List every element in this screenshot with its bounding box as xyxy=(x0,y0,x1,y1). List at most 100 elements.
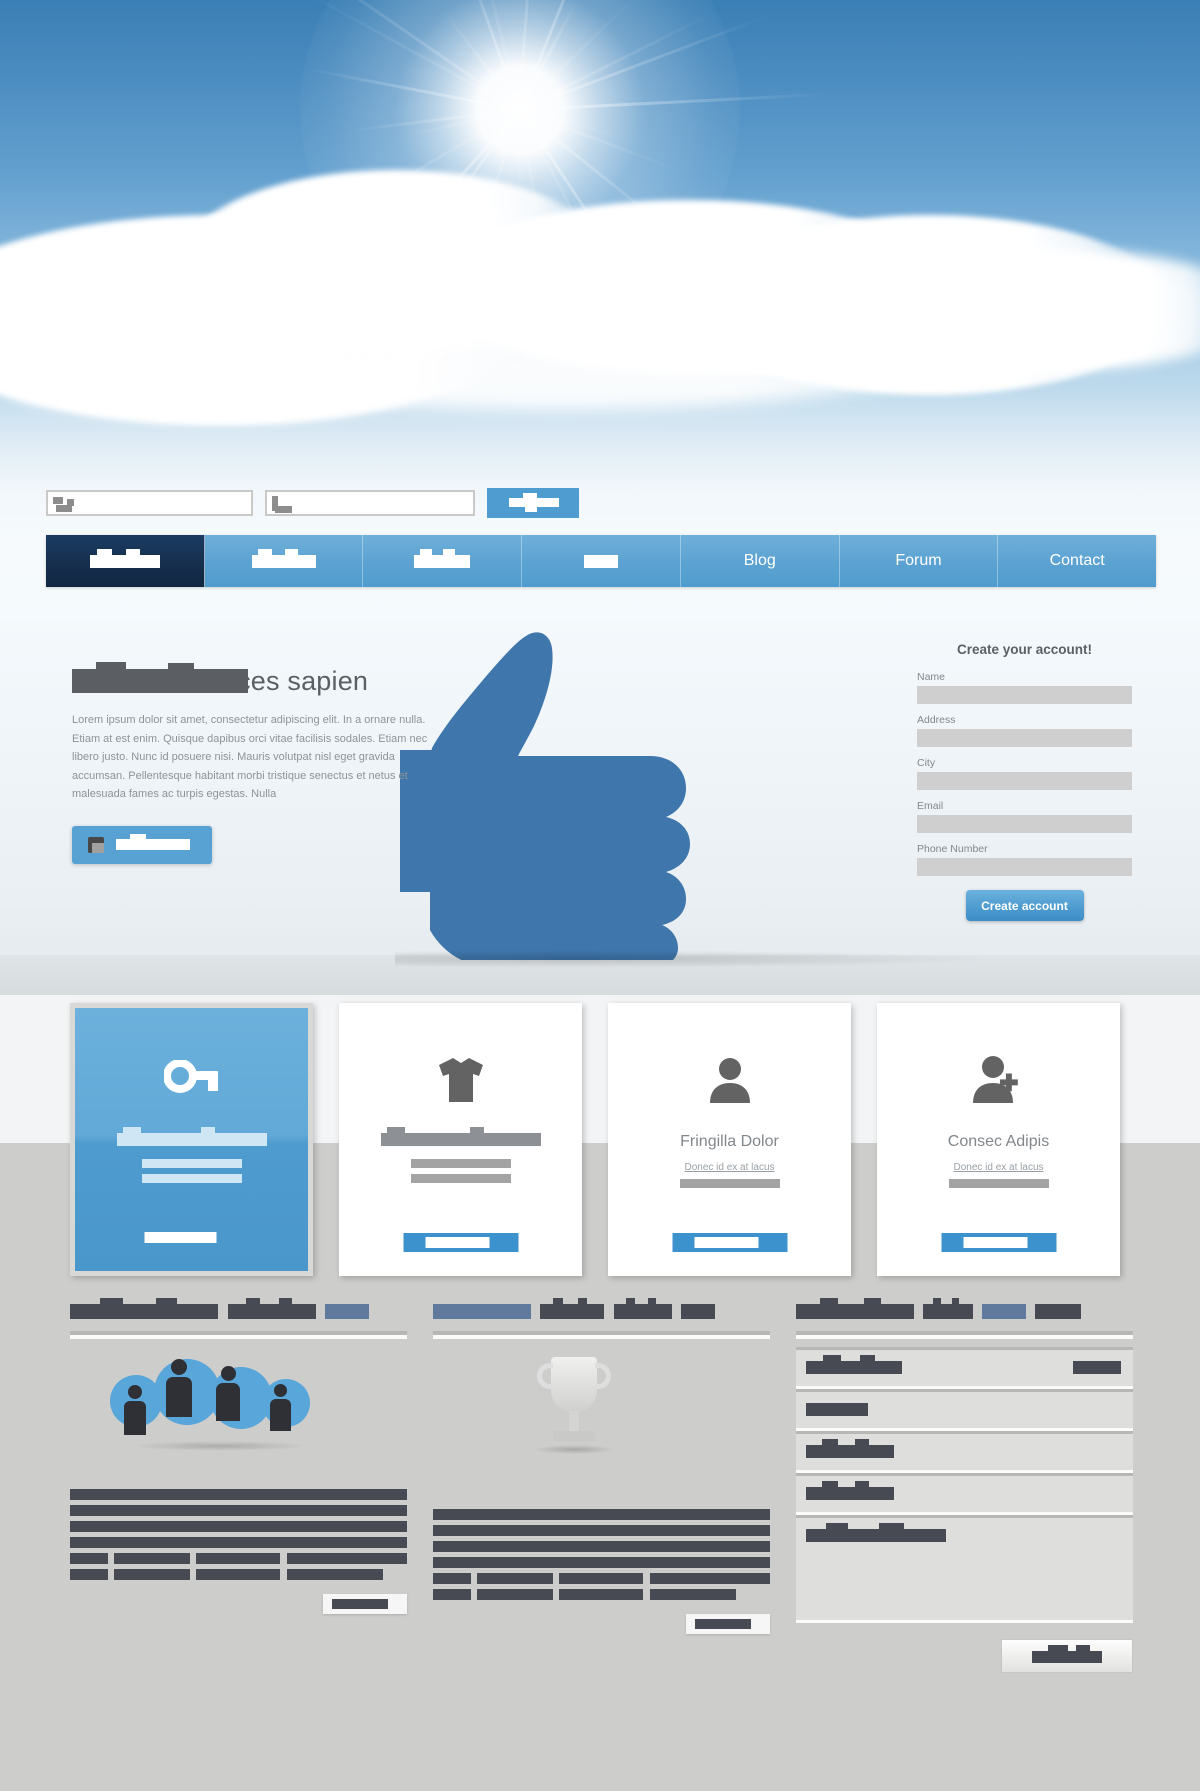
feature-card-button[interactable] xyxy=(672,1233,787,1252)
signup-label-phone-number: Phone Number xyxy=(917,843,988,855)
feature-card-redacted-line xyxy=(410,1174,511,1183)
password-redacted-text xyxy=(275,506,292,513)
column-social-button[interactable] xyxy=(323,1594,407,1614)
feature-card-title xyxy=(75,1127,308,1153)
feature-card-2[interactable] xyxy=(339,1003,582,1276)
illustration-shadow xyxy=(533,1445,615,1454)
signup-label-email: Email xyxy=(917,800,944,812)
person-silhouette xyxy=(216,1383,240,1421)
person-silhouette xyxy=(124,1401,146,1435)
form-row[interactable] xyxy=(796,1389,1133,1431)
person-silhouette xyxy=(221,1366,236,1381)
nav-item-label: Contact xyxy=(1049,552,1105,569)
button-redacted-label xyxy=(695,1619,751,1629)
feature-card-button-redacted-label xyxy=(694,1237,758,1248)
feature-card-redacted-line xyxy=(948,1179,1049,1188)
heading-redacted-text xyxy=(796,1298,914,1320)
hero-cta-button[interactable] xyxy=(72,825,212,864)
feature-card-1[interactable] xyxy=(70,1003,313,1276)
person-silhouette xyxy=(274,1384,287,1397)
heading-redacted-text xyxy=(540,1298,605,1320)
column-social-heading xyxy=(70,1298,407,1325)
contact-form[interactable] xyxy=(796,1347,1133,1673)
column-rule xyxy=(796,1331,1133,1339)
signup-input-email[interactable] xyxy=(917,815,1132,833)
main-navigation[interactable]: Blog Forum Contact xyxy=(46,535,1157,587)
signup-label-address: Address xyxy=(917,714,956,726)
nav-item-redacted-label xyxy=(251,548,316,568)
heading-redacted-text xyxy=(923,1298,974,1320)
feature-card-button[interactable] xyxy=(134,1228,249,1247)
column-contact-form xyxy=(796,1298,1133,1673)
nav-item-redacted-2[interactable] xyxy=(204,535,364,587)
feature-card-button-redacted-label xyxy=(963,1237,1027,1248)
form-row[interactable] xyxy=(796,1431,1133,1473)
shirt-icon xyxy=(339,1049,582,1111)
feature-card-button-redacted-label xyxy=(425,1237,489,1248)
form-field-redacted-label xyxy=(806,1439,894,1458)
username-input[interactable] xyxy=(46,490,253,516)
username-redacted-text xyxy=(53,497,63,504)
heading-redacted-text xyxy=(70,1298,218,1320)
form-field-redacted-label xyxy=(806,1355,902,1374)
create-account-heading: Create your account! xyxy=(956,642,1093,657)
contact-form-submit-button[interactable] xyxy=(1001,1639,1133,1673)
nav-item-redacted-1[interactable] xyxy=(46,535,205,587)
username-redacted-text xyxy=(56,505,72,512)
key-icon xyxy=(75,1049,308,1111)
thumbs-up-illustration xyxy=(400,630,760,960)
login-bar xyxy=(46,488,579,518)
column-social xyxy=(70,1298,407,1673)
nav-item-redacted-label xyxy=(89,548,160,568)
heading-redacted-text xyxy=(1035,1304,1082,1320)
feature-cards-section: Fringilla Dolor Donec id ex at lacus Conse… xyxy=(0,995,1200,1285)
signup-input-address[interactable] xyxy=(917,729,1132,747)
feature-card-4[interactable]: Consec Adipis Donec id ex at lacus xyxy=(877,1003,1120,1276)
hero-paragraph: Lorem ipsum dolor sit amet, consectetur … xyxy=(72,714,428,800)
trophy-stem xyxy=(569,1411,579,1433)
column-trophy xyxy=(433,1298,770,1673)
nav-item-forum[interactable]: Forum xyxy=(839,535,999,587)
column-rule xyxy=(433,1331,770,1339)
illustration-shadow xyxy=(130,1441,310,1451)
feature-card-3[interactable]: Fringilla Dolor Donec id ex at lacus xyxy=(608,1003,851,1276)
form-field-redacted-label xyxy=(806,1523,946,1542)
form-row[interactable] xyxy=(796,1347,1133,1389)
form-textarea[interactable] xyxy=(796,1515,1133,1623)
trophy-cup xyxy=(551,1357,597,1413)
feature-card-button[interactable] xyxy=(403,1233,518,1252)
signup-input-phone-number[interactable] xyxy=(917,858,1132,876)
nav-item-blog[interactable]: Blog xyxy=(680,535,840,587)
hero-title-redacted-word xyxy=(72,662,248,693)
form-row[interactable] xyxy=(796,1473,1133,1515)
hero-title: Curabitur ultrices sapien xyxy=(72,662,432,697)
trophy-base xyxy=(553,1431,595,1441)
column-contact-heading xyxy=(796,1298,1133,1325)
person-silhouette xyxy=(270,1399,291,1431)
login-submit-button[interactable] xyxy=(487,488,579,518)
nav-item-redacted-4[interactable] xyxy=(522,535,681,587)
signup-input-city[interactable] xyxy=(917,772,1132,790)
create-account-button[interactable]: Create account xyxy=(965,890,1084,921)
column-trophy-button[interactable] xyxy=(686,1614,770,1634)
trophy-illustration xyxy=(433,1349,770,1499)
person-silhouette xyxy=(128,1385,142,1399)
social-people-illustration xyxy=(70,1349,407,1479)
nav-item-contact[interactable]: Contact xyxy=(998,535,1157,587)
trophy-handle-right xyxy=(595,1363,611,1389)
column-trophy-heading xyxy=(433,1298,770,1325)
feature-card-title xyxy=(339,1127,582,1153)
nav-item-redacted-3[interactable] xyxy=(363,535,523,587)
feature-card-button[interactable] xyxy=(941,1233,1056,1252)
password-input[interactable] xyxy=(265,490,475,516)
column-rule xyxy=(70,1331,407,1339)
person-silhouette xyxy=(166,1377,192,1417)
create-account-form[interactable]: Create your account! Name Address City Emai… xyxy=(917,642,1132,921)
heading-redacted-accent xyxy=(324,1304,369,1320)
feature-cards-list: Fringilla Dolor Donec id ex at lacus Conse… xyxy=(70,1003,1120,1276)
signup-input-name[interactable] xyxy=(917,686,1132,704)
hero-cta-redacted-label xyxy=(116,833,190,850)
bottom-columns-section: 素材天下 sucaisucai.com 编号： 04560351 xyxy=(0,1285,1200,1791)
person-silhouette xyxy=(171,1359,187,1375)
cta-badge-icon xyxy=(88,836,104,853)
